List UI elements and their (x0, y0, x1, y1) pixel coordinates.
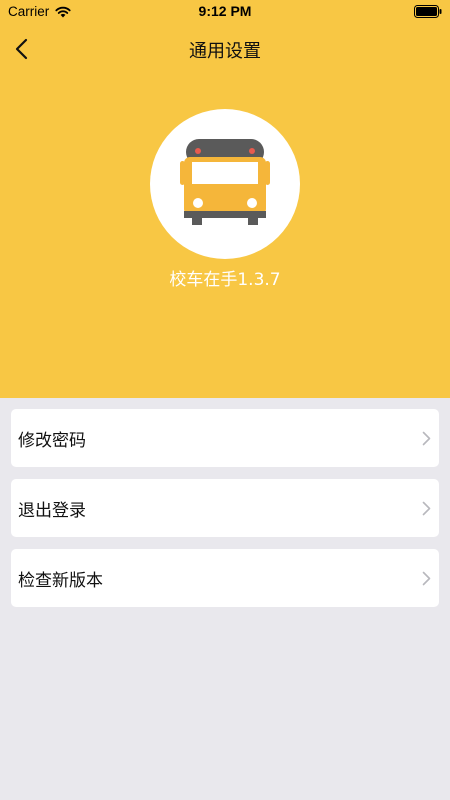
logout-item[interactable]: 退出登录 (11, 479, 439, 537)
status-time: 9:12 PM (198, 3, 252, 19)
chevron-right-icon (422, 431, 431, 446)
chevron-right-icon (422, 571, 431, 586)
settings-menu: 修改密码 退出登录 检查新版本 (11, 409, 439, 619)
status-bar: Carrier 9:12 PM (0, 0, 450, 24)
app-logo (150, 109, 300, 259)
school-bus-icon (180, 139, 270, 225)
menu-item-label: 修改密码 (18, 431, 86, 451)
battery-icon (414, 5, 442, 18)
menu-item-label: 退出登录 (18, 501, 86, 521)
app-version-label: 校车在手1.3.7 (169, 270, 281, 290)
header-banner: Carrier 9:12 PM 通用设置 校车在手1.3.7 (0, 0, 450, 398)
settings-screen: Carrier 9:12 PM 通用设置 校车在手1.3.7 修改密码 退出登录… (0, 0, 450, 800)
menu-item-label: 检查新版本 (18, 571, 103, 591)
navigation-bar: 通用设置 (0, 24, 450, 74)
chevron-right-icon (422, 501, 431, 516)
change-password-item[interactable]: 修改密码 (11, 409, 439, 467)
check-update-item[interactable]: 检查新版本 (11, 549, 439, 607)
page-title: 通用设置 (189, 41, 261, 62)
